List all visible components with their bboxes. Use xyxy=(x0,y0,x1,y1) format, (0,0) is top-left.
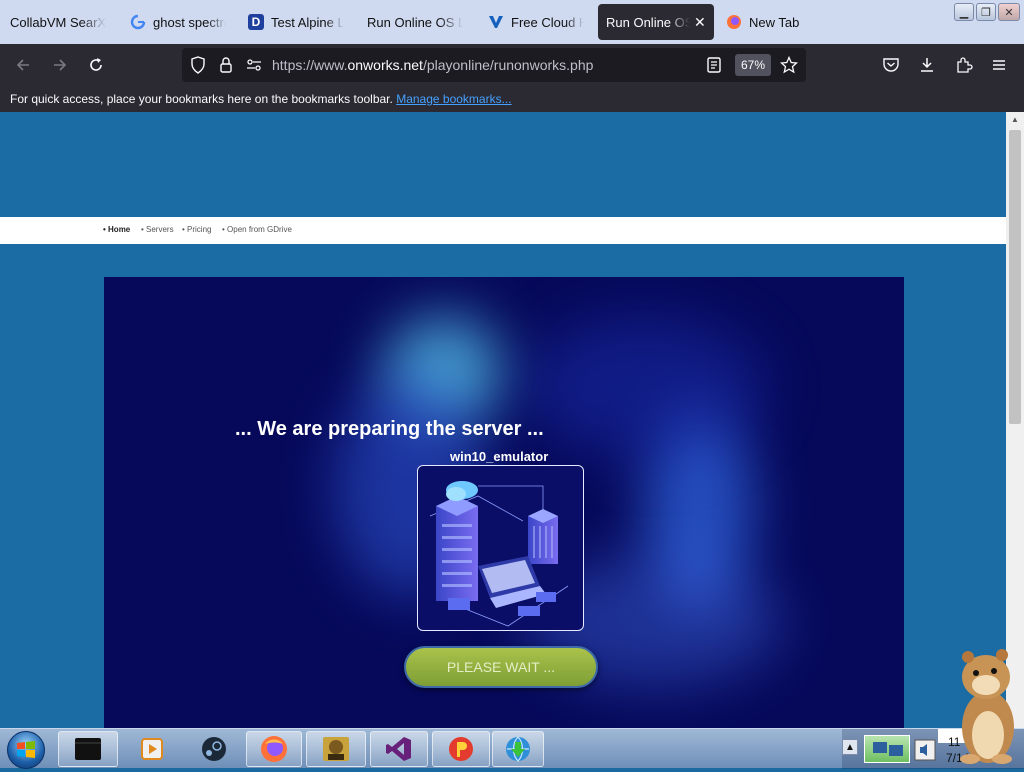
media-player-icon xyxy=(141,738,163,760)
bookmarks-toolbar: For quick access, place your bookmarks h… xyxy=(0,86,1024,112)
manage-bookmarks-link[interactable]: Manage bookmarks... xyxy=(396,92,511,106)
tab-ghost-spectre[interactable]: ghost spectre xyxy=(122,4,234,40)
tab-strip: CollabVM SearXNG ghost spectre D Test Al… xyxy=(0,0,1024,44)
tab-title: New Tab xyxy=(749,14,800,30)
windows-logo-icon xyxy=(17,741,35,758)
hamburger-menu-icon[interactable] xyxy=(989,55,1009,75)
menu-item-pricing[interactable]: • Pricing xyxy=(182,225,211,234)
window-close-icon[interactable]: ✕ xyxy=(998,3,1020,21)
tab-new-tab[interactable]: New Tab xyxy=(718,4,818,40)
web-page: • Home • Servers • Pricing • Open from G… xyxy=(0,112,1006,728)
minimize-icon[interactable]: ▁ xyxy=(954,3,974,21)
url-bar[interactable]: https://www.onworks.net/playonline/runon… xyxy=(182,48,806,82)
server-loading-panel: ... We are preparing the server ... win1… xyxy=(104,277,904,728)
hamster-mascot xyxy=(950,647,1020,767)
extensions-icon[interactable] xyxy=(954,55,974,75)
bookmark-star-icon[interactable] xyxy=(779,55,799,75)
network-status-icon[interactable] xyxy=(864,735,910,763)
scrollbar-thumb[interactable] xyxy=(1009,130,1021,424)
steam-icon xyxy=(202,737,226,761)
menu-item-servers[interactable]: • Servers xyxy=(141,225,174,234)
tab-title: Free Cloud Hosting xyxy=(511,14,584,30)
cloud-server-illustration-icon xyxy=(429,481,569,627)
back-arrow-icon[interactable] xyxy=(13,55,33,75)
tab-title: Run Online OS xyxy=(606,14,690,30)
visual-studio-icon xyxy=(386,737,411,761)
taskbar-firefox[interactable] xyxy=(246,731,302,767)
terminal-icon xyxy=(75,738,101,760)
taskbar-bandicam[interactable] xyxy=(306,731,366,767)
shield-icon[interactable] xyxy=(188,55,208,75)
tab-title: Test Alpine Linux xyxy=(271,14,344,30)
permissions-icon[interactable] xyxy=(244,55,264,75)
tab-collabvm-searxng[interactable]: CollabVM SearXNG xyxy=(2,4,114,40)
site-menu: • Home • Servers • Pricing • Open from G… xyxy=(0,217,1006,244)
forward-arrow-icon[interactable] xyxy=(50,55,70,75)
zoom-level-badge[interactable]: 67% xyxy=(735,54,772,76)
bookmarks-message: For quick access, place your bookmarks h… xyxy=(10,92,393,106)
url-path: /playonline/runonworks.php xyxy=(422,57,594,73)
server-name-label: win10_emulator xyxy=(450,449,549,464)
page-scrollbar[interactable]: ▲ xyxy=(1006,112,1024,728)
firefox-icon xyxy=(261,736,287,762)
glow-blob xyxy=(524,317,764,457)
monitor-network-icon xyxy=(873,742,903,756)
google-icon xyxy=(130,14,146,30)
box-app-icon xyxy=(323,737,349,761)
tab-close-icon[interactable]: ✕ xyxy=(694,14,706,31)
server-illustration xyxy=(417,465,584,631)
downloads-icon[interactable] xyxy=(917,55,937,75)
navigation-toolbar: https://www.onworks.net/playonline/runon… xyxy=(0,44,1024,86)
reader-view-icon[interactable] xyxy=(704,55,724,75)
url-text[interactable]: https://www.onworks.net/playonline/runon… xyxy=(272,57,593,73)
taskbar-terminal[interactable] xyxy=(58,731,118,767)
hamster-icon xyxy=(960,649,1014,764)
tab-title: ghost spectre xyxy=(153,14,226,30)
tab-run-online-os-linux[interactable]: Run Online OS Linux xyxy=(359,4,471,40)
show-hidden-icons-icon[interactable]: ▲ xyxy=(842,739,858,755)
window-controls: ▁ ❐ ✕ xyxy=(954,3,1020,21)
url-host: onworks.net xyxy=(347,57,423,73)
taskbar-visual-studio[interactable] xyxy=(370,731,428,767)
taskbar-steam[interactable] xyxy=(184,731,244,767)
reload-icon[interactable] xyxy=(86,55,106,75)
menu-item-open-from-gdrive[interactable]: • Open from GDrive xyxy=(222,225,292,234)
windows-taskbar: ▲ 11 7/14/2024 xyxy=(0,649,1024,769)
tab-free-cloud-hosting[interactable]: Free Cloud Hosting xyxy=(480,4,592,40)
tab-test-alpine-linux[interactable]: D Test Alpine Linux xyxy=(240,4,352,40)
globe-download-icon xyxy=(506,736,530,762)
tab-run-online-os-active[interactable]: Run Online OS ✕ xyxy=(598,4,714,40)
tab-title: CollabVM SearXNG xyxy=(10,14,106,30)
v-icon xyxy=(488,14,504,30)
taskbar-app-p[interactable] xyxy=(432,731,490,767)
taskbar-download-manager[interactable] xyxy=(492,731,544,767)
restore-icon[interactable]: ❐ xyxy=(976,3,996,21)
menu-item-home[interactable]: • Home xyxy=(103,225,130,234)
firefox-icon xyxy=(726,14,742,30)
pocket-icon[interactable] xyxy=(881,55,901,75)
start-button[interactable] xyxy=(7,731,45,769)
p-app-icon xyxy=(449,737,473,761)
url-prefix: https://www. xyxy=(272,57,348,73)
lock-icon[interactable] xyxy=(216,55,236,75)
please-wait-button[interactable]: PLEASE WAIT ... xyxy=(404,646,598,688)
volume-icon[interactable] xyxy=(912,737,938,763)
d-icon: D xyxy=(248,14,264,30)
preparing-heading: ... We are preparing the server ... xyxy=(235,418,544,440)
taskbar-media-player[interactable] xyxy=(122,731,182,767)
scroll-up-icon[interactable]: ▲ xyxy=(1010,115,1020,125)
tab-title: Run Online OS Linux xyxy=(367,14,463,30)
